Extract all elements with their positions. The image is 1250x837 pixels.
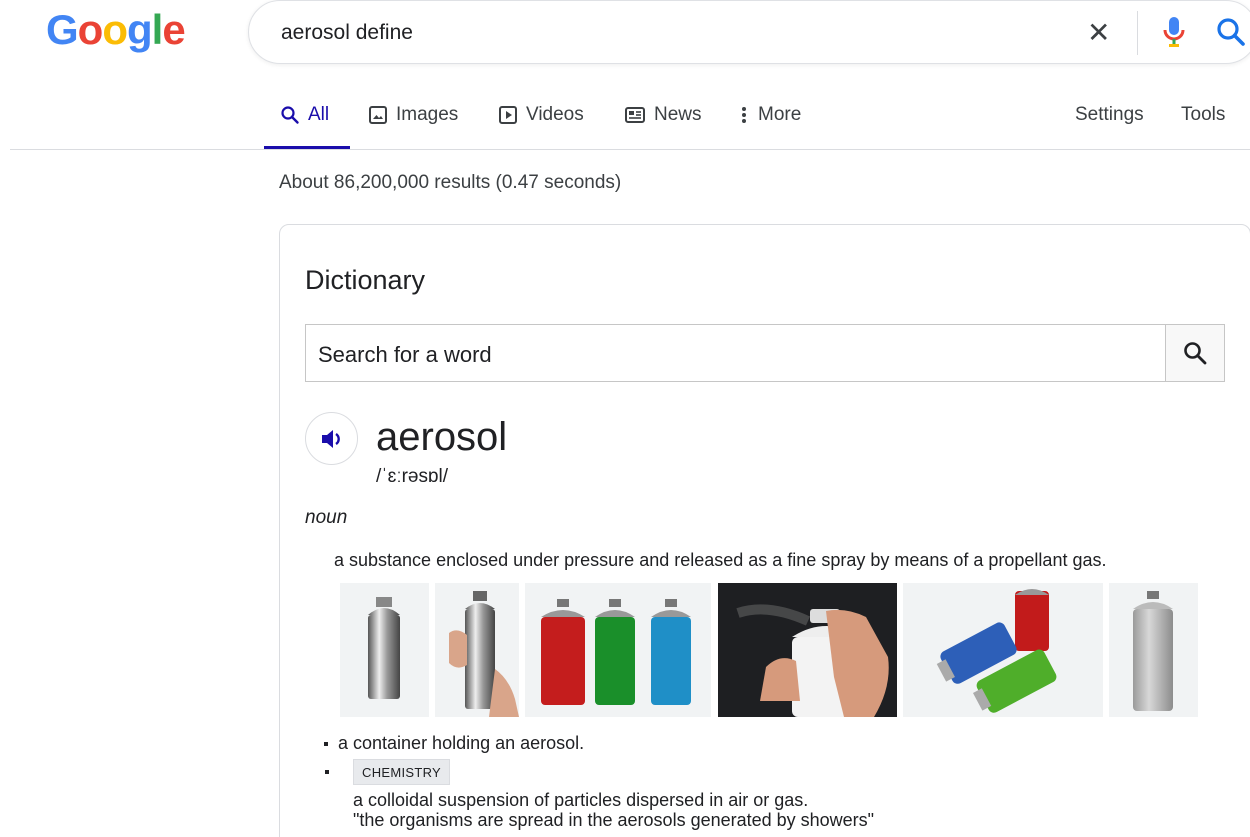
bullet — [325, 770, 329, 774]
word-search-field[interactable]: Search for a word — [305, 324, 1225, 382]
pronunciation-button[interactable] — [305, 412, 358, 465]
definition-1: a substance enclosed under pressure and … — [334, 550, 1107, 570]
microphone-icon[interactable] — [1161, 16, 1187, 53]
tab-label: News — [654, 104, 702, 125]
chemistry-label: CHEMISTRY — [353, 759, 451, 785]
colored-aerosol-cans-group-image[interactable] — [903, 583, 1103, 717]
image-icon — [369, 106, 387, 124]
logo-letter: e — [162, 6, 185, 53]
definition-3: a colloidal suspension of particles disp… — [353, 790, 809, 810]
dictionary-title: Dictionary — [305, 265, 426, 295]
tools-link[interactable]: Tools — [1181, 104, 1225, 126]
search-input[interactable]: aerosol define — [281, 21, 413, 45]
settings-link[interactable]: Settings — [1075, 104, 1144, 126]
definition-2: a container holding an aerosol. — [323, 733, 585, 753]
result-stats: About 86,200,000 results (0.47 seconds) — [279, 172, 622, 193]
tab-label: All — [308, 104, 330, 125]
red-green-blue-aerosol-cans-image[interactable] — [525, 583, 711, 717]
header-divider — [10, 149, 1250, 150]
silver-aerosol-can-image[interactable] — [340, 583, 429, 717]
tab-videos[interactable]: Videos — [498, 96, 584, 150]
tab-label: Images — [396, 104, 459, 125]
hand-holding-aerosol-can-image[interactable] — [435, 583, 519, 717]
clear-icon[interactable]: ✕ — [1087, 19, 1110, 47]
word-search-button[interactable] — [1165, 325, 1224, 381]
search-box[interactable]: aerosol define ✕ — [248, 0, 1250, 64]
video-icon — [499, 106, 517, 124]
tab-images[interactable]: Images — [368, 96, 458, 150]
divider — [1137, 11, 1138, 55]
dictionary-card: Dictionary Search for a word aerosol /ˈɛ… — [279, 224, 1250, 837]
hand-spraying-aerosol-can-image[interactable] — [718, 583, 897, 717]
logo-letter: g — [126, 6, 153, 53]
example-sentence: "the organisms are spread in the aerosol… — [353, 810, 875, 830]
logo-letter: o — [77, 6, 104, 53]
logo-letter: o — [102, 6, 128, 53]
search-submit-icon[interactable] — [1215, 16, 1247, 53]
speaker-icon — [321, 429, 340, 448]
search-icon — [281, 106, 299, 124]
logo-letter: l — [151, 6, 164, 53]
tab-label: Videos — [526, 104, 584, 125]
phonetic: /ˈɛːrəsɒl/ — [376, 466, 449, 487]
search-icon — [1184, 342, 1207, 365]
logo-letter: G — [46, 6, 79, 53]
part-of-speech: noun — [305, 507, 348, 528]
word-search-placeholder[interactable]: Search for a word — [318, 342, 492, 368]
tab-news[interactable]: News — [624, 96, 702, 150]
headword: aerosol — [376, 415, 508, 459]
tab-label: More — [758, 104, 802, 125]
google-logo[interactable]: Google — [46, 6, 186, 54]
more-vert-icon — [742, 107, 746, 123]
tab-all[interactable]: All — [264, 96, 350, 150]
tab-more[interactable]: More — [740, 96, 801, 150]
news-icon — [625, 107, 645, 123]
grey-aerosol-can-image[interactable] — [1109, 583, 1198, 717]
